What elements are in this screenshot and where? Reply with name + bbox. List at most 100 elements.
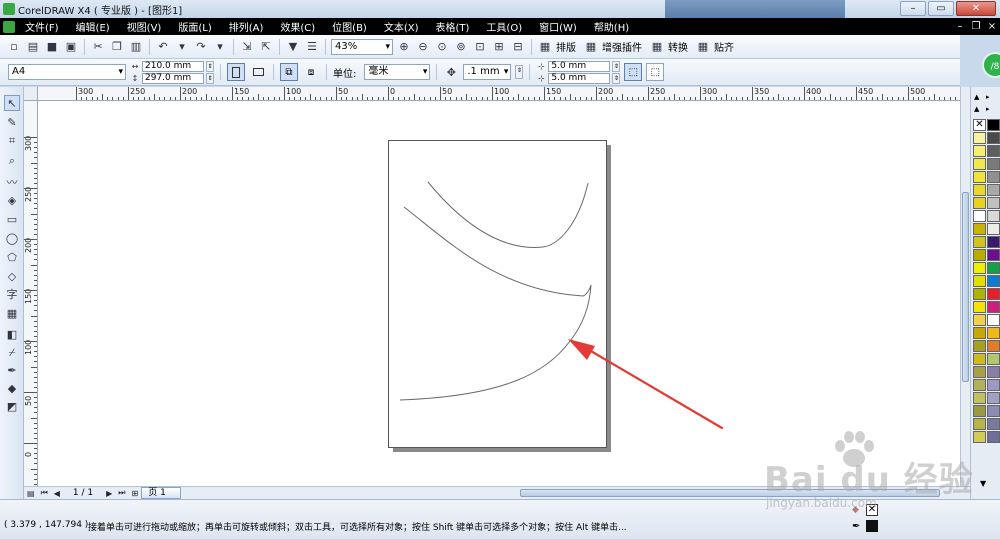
zoom-page-height-icon[interactable]: ⊟ — [510, 39, 526, 55]
zoom-page-width-icon[interactable]: ⊞ — [491, 39, 507, 55]
palette-expand-icon[interactable]: ▸ — [986, 105, 990, 113]
palette-swatch[interactable] — [973, 158, 986, 170]
copy-icon[interactable]: ❐ — [109, 39, 125, 55]
portrait-button[interactable] — [227, 63, 245, 81]
page-height-field[interactable]: 297.0 mm — [142, 72, 204, 84]
ruler-origin[interactable] — [24, 87, 38, 101]
palette-swatch[interactable] — [987, 327, 1000, 339]
save-icon[interactable]: ■ — [44, 39, 60, 55]
cut-icon[interactable]: ✂ — [90, 39, 106, 55]
interactive-blend-tool-icon[interactable]: ◧ — [4, 327, 20, 343]
convert-icon[interactable]: ▦ — [649, 39, 665, 55]
palette-swatch[interactable] — [987, 119, 1000, 131]
shape-tool-icon[interactable]: ✎ — [4, 115, 20, 131]
document-icon[interactable] — [3, 20, 15, 33]
application-launcher-icon[interactable]: ▼ — [285, 39, 301, 55]
new-document-icon[interactable]: ▫ — [6, 39, 22, 55]
snap-icon[interactable]: ▦ — [695, 39, 711, 55]
rectangle-tool-icon[interactable]: ▭ — [4, 212, 20, 228]
palette-swatch[interactable] — [973, 236, 986, 248]
palette-swatch[interactable] — [973, 275, 986, 287]
add-page-icon[interactable]: ⊞ — [132, 489, 139, 498]
landscape-button[interactable] — [249, 63, 267, 81]
palette-swatch[interactable] — [987, 236, 1000, 248]
ellipse-tool-icon[interactable]: ◯ — [4, 231, 20, 247]
undo-dropdown-icon[interactable]: ▾ — [174, 39, 190, 55]
palette-swatch[interactable] — [973, 327, 986, 339]
palette-swatch[interactable] — [973, 405, 986, 417]
palette-swatch[interactable] — [987, 210, 1000, 222]
palette-swatch[interactable] — [973, 431, 986, 443]
current-page-button[interactable]: ⧈ — [302, 63, 320, 81]
zoom-tool-icon[interactable]: ⌕ — [4, 153, 20, 169]
palette-swatch[interactable] — [987, 418, 1000, 430]
crop-tool-icon[interactable]: ⌗ — [4, 133, 20, 149]
vertical-ruler[interactable]: 300 250 200 150 100 50 0 — [24, 101, 38, 486]
fill-tool-icon[interactable]: ◆ — [4, 381, 20, 397]
menu-help[interactable]: 帮助(H) — [594, 19, 629, 34]
document-restore-button[interactable]: ❐ — [968, 18, 984, 35]
pick-tool-icon[interactable]: ↖ — [4, 95, 20, 111]
menu-bitmaps[interactable]: 位图(B) — [332, 19, 367, 34]
palette-swatch[interactable] — [987, 249, 1000, 261]
upper-curve[interactable] — [427, 181, 589, 248]
palette-swatch[interactable] — [973, 418, 986, 430]
palette-swatch[interactable] — [973, 249, 986, 261]
palette-swatch[interactable] — [973, 288, 986, 300]
plugin-snap[interactable]: 贴齐 — [714, 39, 734, 54]
middle-curve[interactable] — [403, 206, 592, 342]
enhanced-plugin-icon[interactable]: ▦ — [583, 39, 599, 55]
minimize-button[interactable]: – — [900, 1, 926, 16]
palette-scroll-up-icon[interactable]: ▲ — [974, 93, 979, 101]
zoom-in-icon[interactable]: ⊕ — [396, 39, 412, 55]
palette-swatch[interactable] — [987, 379, 1000, 391]
document-navigator-icon[interactable]: ▤ — [27, 489, 35, 498]
typeset-icon[interactable]: ▦ — [537, 39, 553, 55]
no-fill-swatch[interactable]: ✕ — [866, 504, 878, 516]
plugin-convert[interactable]: 转换 — [668, 39, 688, 54]
palette-swatch[interactable] — [973, 392, 986, 404]
menu-tools[interactable]: 工具(O) — [486, 19, 522, 34]
polygon-tool-icon[interactable]: ⬠ — [4, 250, 20, 266]
palette-swatch[interactable] — [973, 210, 986, 222]
lower-curve[interactable] — [399, 340, 571, 401]
treat-as-filled-button[interactable]: ⬚ — [624, 63, 643, 81]
palette-swatch[interactable] — [987, 405, 1000, 417]
import-icon[interactable]: ⇲ — [239, 39, 255, 55]
palette-swatch[interactable] — [973, 171, 986, 183]
eyedropper-tool-icon[interactable]: ⌿ — [4, 345, 20, 361]
menu-table[interactable]: 表格(T) — [436, 19, 470, 34]
palette-swatch[interactable] — [973, 379, 986, 391]
palette-swatch[interactable] — [987, 431, 1000, 443]
palette-swatch[interactable] — [987, 275, 1000, 287]
menu-window[interactable]: 窗口(W) — [539, 19, 577, 34]
export-icon[interactable]: ⇱ — [258, 39, 274, 55]
redo-dropdown-icon[interactable]: ▾ — [212, 39, 228, 55]
palette-swatch[interactable] — [973, 145, 986, 157]
duplicate-y-field[interactable]: 5.0 mm — [548, 72, 611, 84]
palette-swatch[interactable] — [987, 288, 1000, 300]
nudge-distance-field[interactable]: .1 mm — [463, 64, 512, 80]
palette-swatch[interactable] — [987, 132, 1000, 144]
page-width-field[interactable]: 210.0 mm — [142, 60, 204, 72]
palette-swatch[interactable] — [973, 301, 986, 313]
palette-swatch[interactable] — [987, 158, 1000, 170]
menu-effects[interactable]: 效果(C) — [280, 19, 315, 34]
outline-pen-tool-icon[interactable]: ✒ — [4, 363, 20, 379]
palette-swatch[interactable] — [973, 314, 986, 326]
drawing-canvas[interactable] — [38, 101, 960, 486]
palette-swatch[interactable] — [987, 392, 1000, 404]
restore-button[interactable]: ▭ — [928, 1, 954, 16]
duplicate-y-spinner[interactable]: ⇕ — [612, 72, 621, 84]
outline-color-swatch[interactable] — [866, 520, 878, 532]
previous-page-icon[interactable]: ◀ — [54, 489, 60, 498]
palette-swatch[interactable] — [987, 366, 1000, 378]
undo-icon[interactable]: ↶ — [155, 39, 171, 55]
menu-view[interactable]: 视图(V) — [127, 19, 162, 34]
close-button[interactable]: ✕ — [956, 1, 996, 16]
object-options-button[interactable]: ⬚ — [646, 63, 665, 81]
vertical-scrollbar[interactable] — [960, 87, 970, 486]
menu-layout[interactable]: 版面(L) — [178, 19, 211, 34]
palette-swatch[interactable] — [973, 366, 986, 378]
palette-swatch[interactable] — [987, 301, 1000, 313]
